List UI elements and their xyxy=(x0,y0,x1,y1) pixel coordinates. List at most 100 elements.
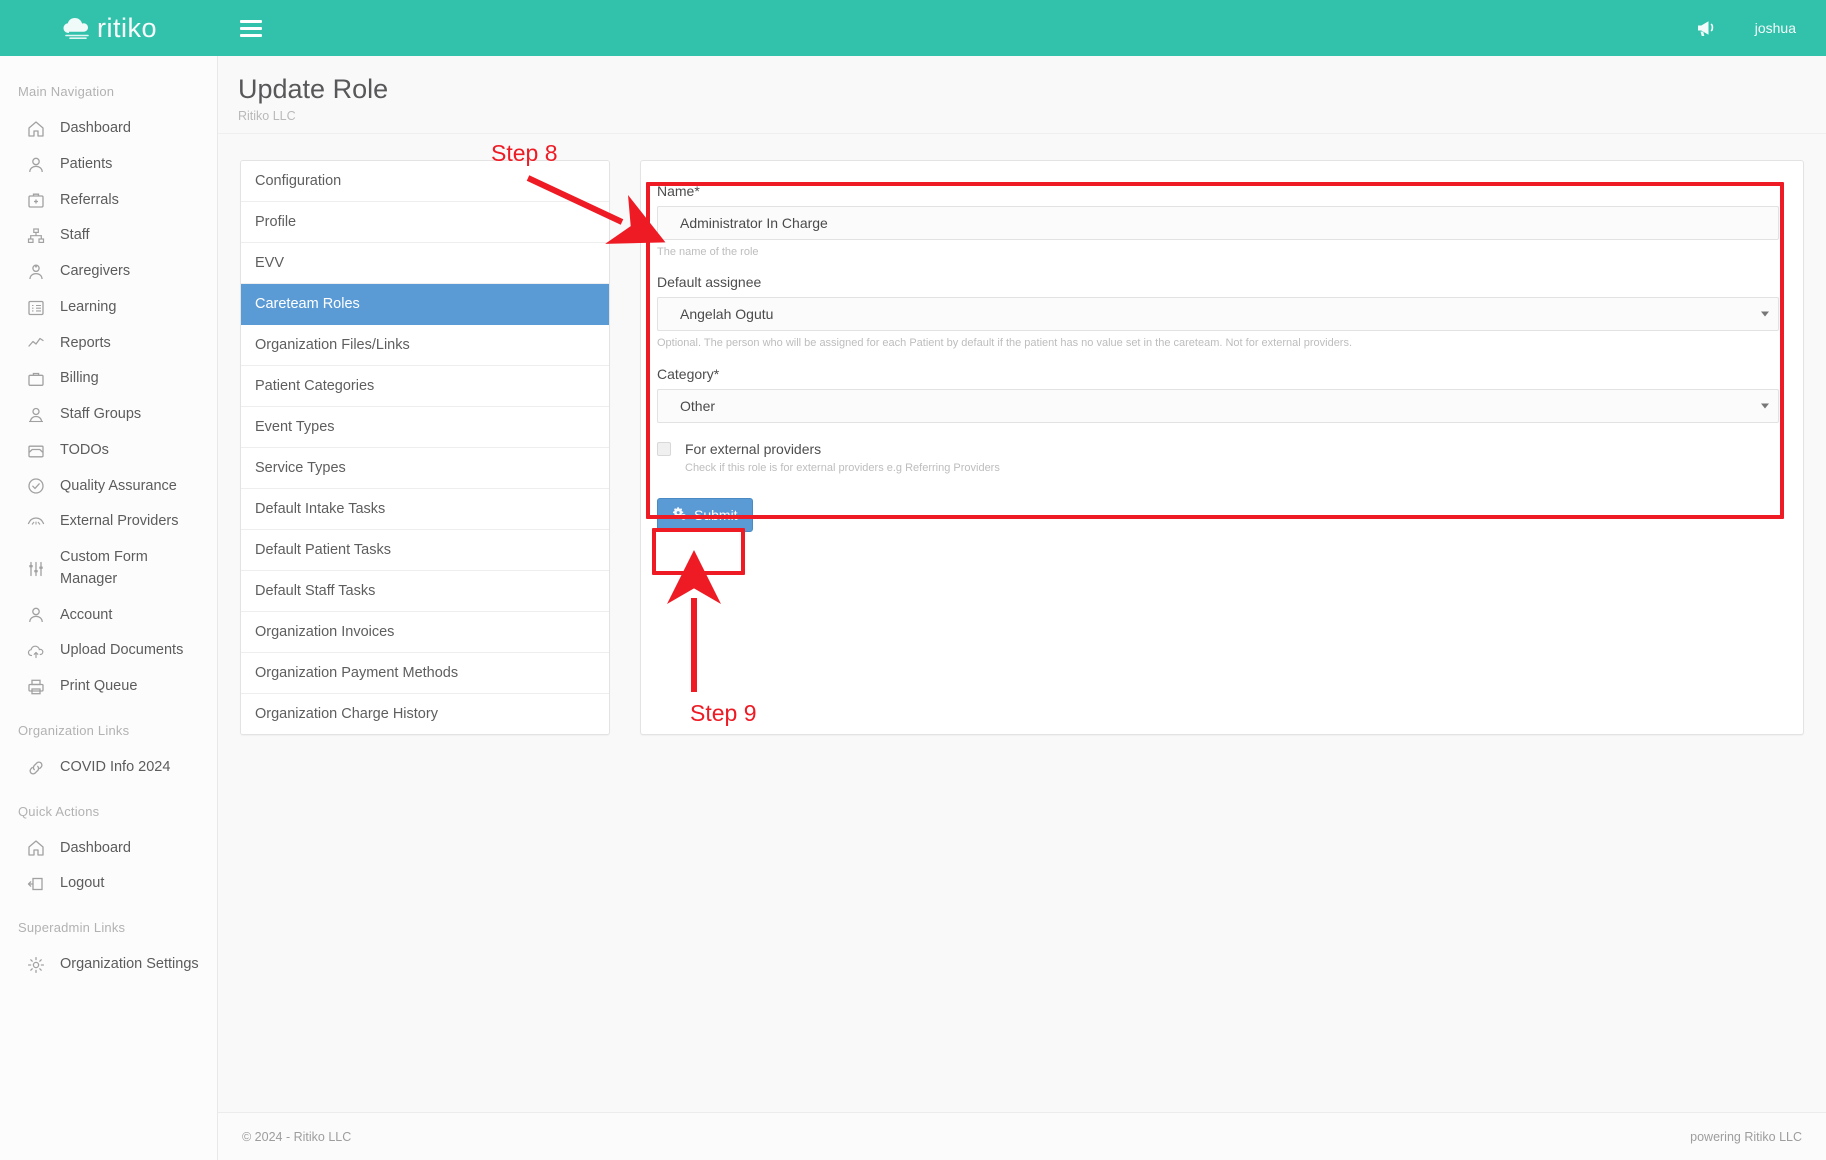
sidebar-item-label: Account xyxy=(60,605,112,627)
name-help-text: The name of the role xyxy=(657,245,1779,260)
page-subtitle: Ritiko LLC xyxy=(238,109,1826,123)
sidebar-item-staff[interactable]: Staff xyxy=(0,218,217,254)
sidebar-item-print-queue[interactable]: Print Queue xyxy=(0,669,217,705)
patient-icon xyxy=(26,155,46,175)
user-icon xyxy=(26,605,46,625)
sidebar-item-dashboard[interactable]: Dashboard xyxy=(0,111,217,147)
list-item-default-intake-tasks[interactable]: Default Intake Tasks xyxy=(241,489,609,530)
sidebar-item-label: Staff xyxy=(60,225,90,247)
sidebar-item-quick-dashboard[interactable]: Dashboard xyxy=(0,831,217,867)
list-item-service-types[interactable]: Service Types xyxy=(241,448,609,489)
sidebar-item-label: Patients xyxy=(60,154,112,176)
briefcase-medical-icon xyxy=(26,190,46,210)
category-select-wrapper: Other xyxy=(657,389,1779,423)
home-icon xyxy=(26,119,46,139)
list-item-default-patient-tasks[interactable]: Default Patient Tasks xyxy=(241,530,609,571)
update-role-form-panel: Name* The name of the role Default assig… xyxy=(640,160,1804,735)
submit-button-label: Submit xyxy=(694,507,738,523)
submit-button[interactable]: Submit xyxy=(657,498,753,532)
hands-helping-icon xyxy=(26,512,46,532)
sidebar-item-reports[interactable]: Reports xyxy=(0,326,217,362)
list-item-default-staff-tasks[interactable]: Default Staff Tasks xyxy=(241,571,609,612)
list-item-patient-categories[interactable]: Patient Categories xyxy=(241,366,609,407)
page-title: Update Role xyxy=(238,74,1826,105)
sidebar-item-label: COVID Info 2024 xyxy=(60,757,170,779)
sidebar-section-title-organization: Organization Links xyxy=(0,705,217,750)
list-item-evv[interactable]: EVV xyxy=(241,243,609,284)
inbox-icon xyxy=(26,441,46,461)
list-item-organization-charge-history[interactable]: Organization Charge History xyxy=(241,694,609,734)
sidebar-item-label: Custom Form Manager xyxy=(60,547,199,591)
external-providers-checkbox[interactable] xyxy=(657,442,671,456)
external-providers-label: For external providers xyxy=(685,441,821,457)
sidebar-item-upload-documents[interactable]: Upload Documents xyxy=(0,633,217,669)
cogs-icon xyxy=(672,506,687,524)
page-header: Update Role Ritiko LLC xyxy=(218,56,1826,134)
external-providers-checkbox-row: For external providers xyxy=(657,441,1779,457)
link-icon xyxy=(26,758,46,778)
sidebar-item-caregivers[interactable]: Caregivers xyxy=(0,254,217,290)
user-nurse-icon xyxy=(26,262,46,282)
sidebar-item-organization-settings[interactable]: Organization Settings xyxy=(0,947,217,983)
brand-name: ritiko xyxy=(97,13,157,44)
sidebar-item-label: Organization Settings xyxy=(60,954,199,976)
sidebar-item-label: Logout xyxy=(60,873,104,895)
role-name-input[interactable] xyxy=(657,206,1779,240)
category-select[interactable]: Other xyxy=(657,389,1779,423)
content-body: Configuration Profile EVV Careteam Roles… xyxy=(218,134,1826,735)
sidebar: Main Navigation Dashboard Patients Refer… xyxy=(0,56,218,1160)
sidebar-item-label: Dashboard xyxy=(60,118,131,140)
check-circle-icon xyxy=(26,476,46,496)
chevron-down-icon xyxy=(1761,312,1769,317)
sidebar-item-logout[interactable]: Logout xyxy=(0,866,217,902)
sidebar-item-covid-info-2024[interactable]: COVID Info 2024 xyxy=(0,750,217,786)
name-field-group: Name* The name of the role xyxy=(657,183,1779,260)
default-assignee-select[interactable]: Angelah Ogutu xyxy=(657,297,1779,331)
list-item-event-types[interactable]: Event Types xyxy=(241,407,609,448)
default-assignee-label: Default assignee xyxy=(657,274,1779,290)
chart-line-icon xyxy=(26,333,46,353)
sidebar-item-label: Dashboard xyxy=(60,838,131,860)
sidebar-item-label: Upload Documents xyxy=(60,640,183,662)
briefcase-icon xyxy=(26,369,46,389)
sidebar-item-label: TODOs xyxy=(60,440,109,462)
sidebar-item-label: Learning xyxy=(60,297,116,319)
sidebar-item-staff-groups[interactable]: Staff Groups xyxy=(0,397,217,433)
sidebar-item-learning[interactable]: Learning xyxy=(0,290,217,326)
megaphone-icon[interactable] xyxy=(1695,17,1719,39)
sidebar-item-quality-assurance[interactable]: Quality Assurance xyxy=(0,469,217,505)
sidebar-item-custom-form-manager[interactable]: Custom Form Manager xyxy=(0,540,217,598)
default-assignee-field-group: Default assignee Angelah Ogutu Optional.… xyxy=(657,274,1779,351)
list-item-profile[interactable]: Profile xyxy=(241,202,609,243)
print-icon xyxy=(26,677,46,697)
top-navbar: ritiko joshua xyxy=(0,0,1826,56)
sidebar-item-label: Staff Groups xyxy=(60,404,141,426)
chevron-down-icon xyxy=(1761,403,1769,408)
list-item-configuration[interactable]: Configuration xyxy=(241,161,609,202)
sidebar-item-label: Referrals xyxy=(60,190,119,212)
sliders-icon xyxy=(26,559,46,579)
hamburger-menu-icon[interactable] xyxy=(240,15,266,41)
sidebar-item-label: Billing xyxy=(60,368,99,390)
cloud-logo-icon xyxy=(61,14,95,42)
list-item-organization-invoices[interactable]: Organization Invoices xyxy=(241,612,609,653)
sidebar-item-billing[interactable]: Billing xyxy=(0,361,217,397)
user-menu[interactable]: joshua xyxy=(1755,20,1796,36)
category-field-group: Category* Other xyxy=(657,366,1779,423)
sidebar-item-label: Quality Assurance xyxy=(60,476,177,498)
page-footer: © 2024 - Ritiko LLC powering Ritiko LLC xyxy=(218,1112,1826,1160)
sidebar-item-todos[interactable]: TODOs xyxy=(0,433,217,469)
list-item-organization-payment-methods[interactable]: Organization Payment Methods xyxy=(241,653,609,694)
sidebar-item-patients[interactable]: Patients xyxy=(0,147,217,183)
brand-logo-link[interactable]: ritiko xyxy=(0,0,218,56)
name-label: Name* xyxy=(657,183,1779,199)
sidebar-item-account[interactable]: Account xyxy=(0,598,217,634)
settings-list-panel: Configuration Profile EVV Careteam Roles… xyxy=(240,160,610,735)
footer-powered-by: powering Ritiko LLC xyxy=(1690,1130,1802,1144)
default-assignee-select-wrapper: Angelah Ogutu xyxy=(657,297,1779,331)
sidebar-item-label: Print Queue xyxy=(60,676,137,698)
list-item-careteam-roles[interactable]: Careteam Roles xyxy=(241,284,609,325)
sidebar-item-external-providers[interactable]: External Providers xyxy=(0,504,217,540)
sidebar-item-referrals[interactable]: Referrals xyxy=(0,183,217,219)
list-item-organization-files-links[interactable]: Organization Files/Links xyxy=(241,325,609,366)
